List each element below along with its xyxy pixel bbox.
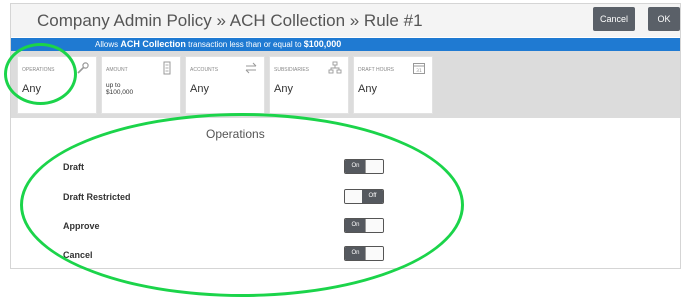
toggle-state: On bbox=[345, 160, 366, 173]
toggle-knob bbox=[365, 160, 383, 173]
toggle-cancel[interactable]: On bbox=[344, 246, 384, 261]
toggle-draft[interactable]: On bbox=[344, 159, 384, 174]
toggle-knob bbox=[365, 219, 383, 232]
network-icon bbox=[328, 61, 342, 74]
card-operations[interactable]: Operations Any bbox=[17, 56, 97, 114]
card-label: Operations bbox=[22, 67, 55, 73]
toggle-state: On bbox=[345, 219, 366, 232]
card-value: Any bbox=[274, 83, 293, 95]
transfer-arrows-icon bbox=[245, 62, 257, 74]
operation-label-draft: Draft bbox=[63, 162, 85, 172]
banner-amount: $100,000 bbox=[303, 39, 342, 49]
card-value: Any bbox=[22, 83, 41, 95]
page-title: Company Admin Policy » ACH Collection » … bbox=[37, 11, 423, 30]
calendar-icon: 31 bbox=[413, 63, 425, 74]
card-label: Subsidiaries bbox=[274, 67, 310, 73]
operation-label-draft-restricted: Draft Restricted bbox=[63, 192, 131, 202]
ok-button[interactable]: OK bbox=[648, 7, 680, 31]
card-label: Accounts bbox=[190, 67, 219, 73]
banner-middle: transaction less than or equal to bbox=[188, 40, 302, 49]
operation-label-approve: Approve bbox=[63, 221, 100, 231]
rule-summary-banner: Allows ACH Collection transaction less t… bbox=[11, 38, 680, 51]
toggle-knob bbox=[365, 247, 383, 260]
card-amount[interactable]: Amount up to $100,000 bbox=[101, 56, 181, 114]
card-label: Draft Hours bbox=[358, 67, 395, 73]
policy-rule-panel: Company Admin Policy » ACH Collection » … bbox=[10, 3, 681, 269]
building-icon bbox=[163, 61, 171, 75]
card-value: up to $100,000 bbox=[106, 82, 134, 96]
toggle-state: Off bbox=[362, 190, 383, 203]
card-value: Any bbox=[358, 83, 377, 95]
card-value: Any bbox=[190, 83, 209, 95]
toggle-approve[interactable]: On bbox=[344, 218, 384, 233]
card-accounts[interactable]: Accounts Any bbox=[185, 56, 265, 114]
toggle-state: On bbox=[345, 247, 366, 260]
banner-prefix: Allows bbox=[95, 40, 119, 49]
criteria-cards: Operations Any Amount up to $100,000 Acc… bbox=[11, 51, 680, 118]
banner-entity: ACH Collection bbox=[120, 39, 186, 49]
operation-label-cancel: Cancel bbox=[63, 250, 93, 260]
svg-text:31: 31 bbox=[416, 68, 422, 74]
cancel-button[interactable]: Cancel bbox=[593, 7, 635, 31]
card-subsidiaries[interactable]: Subsidiaries Any bbox=[269, 56, 349, 114]
toggle-knob bbox=[345, 190, 363, 203]
card-draft-hours[interactable]: Draft Hours Any 31 bbox=[353, 56, 433, 114]
card-label: Amount bbox=[106, 67, 128, 73]
toggle-draft-restricted[interactable]: Off bbox=[344, 189, 384, 204]
operations-title: Operations bbox=[206, 127, 265, 141]
header: Company Admin Policy » ACH Collection » … bbox=[11, 4, 680, 37]
wrench-icon bbox=[77, 62, 89, 74]
